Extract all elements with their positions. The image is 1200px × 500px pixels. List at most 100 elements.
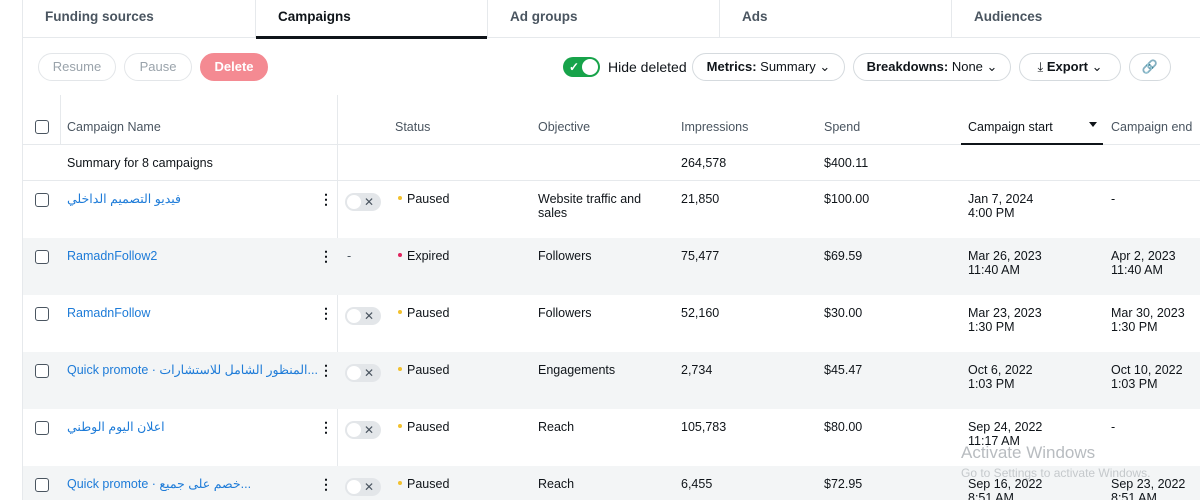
toggle-knob [347, 480, 361, 494]
campaign-name-link[interactable]: RamadnFollow [67, 306, 150, 320]
row-checkbox[interactable] [35, 250, 49, 264]
table-row[interactable]: Quick promote · المنظور الشامل للاستشارا… [23, 352, 1200, 409]
ads-manager-page: Funding sources Campaigns Ad groups Ads … [22, 0, 1200, 500]
spend-cell: $72.95 [824, 477, 863, 491]
objective-cell: Reach [538, 477, 575, 491]
toggle-knob [347, 195, 361, 209]
col-campaign-end[interactable]: Campaign end [1111, 120, 1192, 134]
more-options-icon[interactable]: ⋮ [319, 249, 333, 263]
toggle-knob [347, 309, 361, 323]
col-status[interactable]: Status [395, 120, 430, 134]
campaign-name-link[interactable]: Quick promote · خصم على جميع... [67, 477, 251, 491]
hide-deleted-label: Hide deleted [608, 59, 687, 75]
copy-link-button[interactable]: 🔗 [1129, 53, 1171, 81]
row-checkbox[interactable] [35, 307, 49, 321]
campaign-name-link[interactable]: RamadnFollow2 [67, 249, 157, 263]
delete-button[interactable]: Delete [200, 53, 268, 81]
hide-deleted-toggle[interactable]: ✓ Hide deleted [563, 57, 693, 77]
status-text: Paused [407, 477, 450, 491]
more-options-icon[interactable]: ⋮ [319, 420, 333, 434]
impressions-cell: 52,160 [681, 306, 720, 320]
end-time: 11:40 AM [1111, 263, 1163, 277]
spend-cell: $80.00 [824, 420, 863, 434]
status-dot [398, 423, 402, 428]
pause-button[interactable]: Pause [124, 53, 192, 81]
summary-impressions: 264,578 [681, 156, 727, 170]
objective-cell: Engagements [538, 363, 616, 377]
more-options-icon[interactable]: ⋮ [319, 192, 333, 206]
campaign-toggle[interactable]: ✕ [345, 307, 381, 325]
breakdowns-dropdown[interactable]: Breakdowns: None ⌄ [853, 53, 1011, 81]
campaign-toggle[interactable]: ✕ [345, 478, 381, 496]
status-text: Paused [407, 363, 450, 377]
more-options-icon[interactable]: ⋮ [319, 306, 333, 320]
end-time: 1:30 PM [1111, 320, 1158, 334]
start-cell: Mar 23, 2023 1:30 PM [968, 306, 1042, 334]
objective-cell: Followers [538, 306, 592, 320]
table-row[interactable]: فيديو التصميم الداخلي ⋮ ✕ Paused Website tra… [23, 181, 1200, 238]
row-checkbox[interactable] [35, 364, 49, 378]
table-row[interactable]: RamadnFollow ⋮ ✕ Paused Followers 52,160 $30.0… [23, 295, 1200, 352]
start-time: 8:51 AM [968, 491, 1014, 500]
start-cell: Sep 16, 2022 8:51 AM [968, 477, 1042, 500]
col-campaign-name[interactable]: Campaign Name [67, 120, 161, 134]
campaign-toggle[interactable]: ✕ [345, 364, 381, 382]
spend-cell: $45.47 [824, 363, 863, 377]
col-impressions[interactable]: Impressions [681, 120, 748, 134]
row-checkbox[interactable] [35, 478, 49, 492]
watermark-title: Activate Windows [961, 443, 1096, 462]
watermark-subtitle: Go to Settings to activate Windows. [961, 466, 1151, 480]
campaign-name-link[interactable]: Quick promote · المنظور الشامل للاستشارا… [67, 363, 318, 377]
tab-campaigns[interactable]: Campaigns [256, 0, 488, 39]
status-dot [398, 480, 402, 485]
end-cell: - [1111, 420, 1115, 434]
breakdowns-label: Breakdowns: [866, 59, 949, 74]
export-button[interactable]: ⤓ Export ⌄ [1019, 53, 1121, 81]
campaign-name-link[interactable]: اعلان اليوم الوطني [67, 420, 165, 434]
tab-funding-sources[interactable]: Funding sources [23, 0, 256, 38]
campaign-toggle[interactable]: ✕ [345, 193, 381, 211]
close-icon: ✕ [363, 309, 374, 323]
start-date: Mar 23, 2023 [968, 306, 1042, 320]
col-objective[interactable]: Objective [538, 120, 590, 134]
col-spend[interactable]: Spend [824, 120, 860, 134]
row-checkbox[interactable] [35, 421, 49, 435]
campaign-toggle[interactable]: ✕ [345, 421, 381, 439]
link-icon: 🔗 [1141, 59, 1159, 74]
hide-deleted-switch[interactable]: ✓ [563, 57, 600, 77]
tab-ad-groups[interactable]: Ad groups [488, 0, 720, 38]
status-badge: Paused [398, 192, 449, 206]
col-campaign-start[interactable]: Campaign start [961, 95, 1103, 145]
end-cell: Apr 2, 2023 11:40 AM [1111, 249, 1176, 277]
resume-button[interactable]: Resume [38, 53, 116, 81]
metrics-dropdown[interactable]: Metrics: Summary ⌄ [692, 53, 845, 81]
start-cell: Jan 7, 2024 4:00 PM [968, 192, 1033, 220]
impressions-cell: 105,783 [681, 420, 727, 434]
chevron-down-icon: ⌄ [986, 59, 998, 74]
start-time: 1:03 PM [968, 377, 1015, 391]
end-date: Apr 2, 2023 [1111, 249, 1176, 263]
status-dot [398, 195, 402, 200]
start-time: 4:00 PM [968, 206, 1015, 220]
campaigns-table: Campaign Name Status Objective Impressio… [23, 95, 1200, 500]
tab-ads[interactable]: Ads [720, 0, 952, 38]
summary-spend: $400.11 [824, 156, 869, 170]
tab-audiences[interactable]: Audiences [952, 0, 1200, 38]
more-options-icon[interactable]: ⋮ [319, 477, 333, 491]
end-time: 8:51 AM [1111, 491, 1157, 500]
start-time: 1:30 PM [968, 320, 1015, 334]
impressions-cell: 2,734 [681, 363, 713, 377]
breakdowns-value: None [951, 59, 983, 74]
metrics-label: Metrics: [706, 59, 757, 74]
row-checkbox[interactable] [35, 193, 49, 207]
download-icon: ⤓ [1037, 59, 1044, 74]
status-dot [398, 309, 402, 314]
table-row[interactable]: RamadnFollow2 ⋮ - Expired Followers 75,477 $69… [23, 238, 1200, 295]
select-all-checkbox[interactable] [35, 120, 49, 134]
toggle-unavailable: - [347, 249, 352, 263]
end-cell: Oct 10, 2022 1:03 PM [1111, 363, 1183, 391]
impressions-cell: 75,477 [681, 249, 720, 263]
campaign-name-link[interactable]: فيديو التصميم الداخلي [67, 192, 181, 206]
close-icon: ✕ [363, 366, 374, 380]
more-options-icon[interactable]: ⋮ [319, 363, 333, 377]
